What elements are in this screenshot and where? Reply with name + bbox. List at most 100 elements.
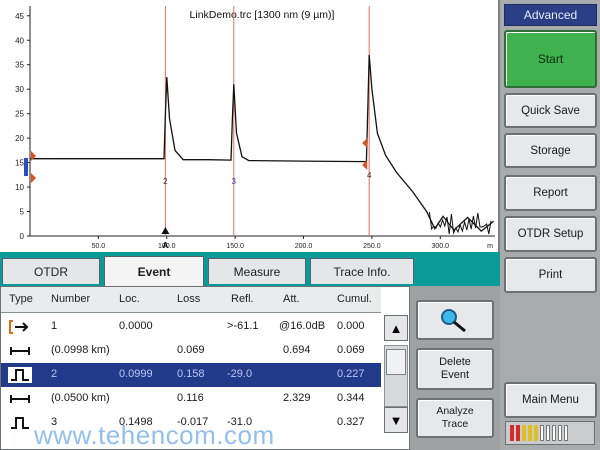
event-cumulative: 0.069	[337, 344, 365, 356]
event-attenuation: 2.329	[283, 392, 311, 404]
table-header: Type Number Loc. Loss Refl. Att. Cumul.	[1, 287, 381, 313]
scrollbar-track[interactable]	[384, 345, 408, 407]
event-marker-label: 2	[163, 177, 168, 186]
right-arrow-marker	[362, 138, 368, 148]
main-menu-button[interactable]: Main Menu	[504, 382, 597, 418]
battery-bar	[534, 425, 538, 441]
cursor-a-label: A	[163, 241, 169, 250]
reflective-event-icon	[11, 417, 29, 429]
battery-bar	[546, 425, 550, 441]
x-tick-label: 150.0	[226, 243, 244, 250]
scroll-up-button[interactable]: ▲	[384, 315, 408, 341]
cursor-a-marker	[161, 227, 170, 234]
event-cumulative: 0.327	[337, 416, 365, 428]
side-panel: Advanced Start Quick Save Storage Report…	[500, 0, 600, 450]
column-header: Refl.	[231, 293, 254, 305]
battery-bar	[528, 425, 532, 441]
y-tick-label: 0	[20, 232, 25, 241]
battery-indicator	[505, 421, 595, 445]
event-number: 1	[51, 320, 58, 332]
trace-graph[interactable]: 45403530252015105050.0 100.0 150.0 200.0 250…	[0, 0, 500, 252]
left-arrow-marker	[31, 151, 36, 161]
start-button[interactable]: Start	[504, 30, 597, 88]
span-icon	[10, 395, 30, 403]
tab-measure[interactable]: Measure	[208, 258, 306, 284]
y-tick-label: 5	[20, 208, 25, 217]
event-number: (0.0998 km)	[51, 344, 110, 356]
launch-level-indicator	[24, 158, 28, 176]
tab-trace-info[interactable]: Trace Info.	[310, 258, 414, 284]
print-button[interactable]: Print	[504, 257, 597, 293]
tab-event[interactable]: Event	[104, 256, 204, 286]
event-reflectance: >-61.1	[227, 320, 259, 332]
event-marker-label: 3	[232, 177, 237, 186]
triangle-down-icon: ▼	[389, 412, 403, 428]
event-location: 0.0999	[119, 368, 153, 380]
trace-panel[interactable]: 45 40 35 30 25 20 15 10 5 0 50.0 100.0 150.0 200.0 250…	[0, 0, 500, 252]
column-header: Loss	[177, 293, 201, 305]
scrollbar-thumb[interactable]	[386, 349, 406, 375]
event-location: 0.0000	[119, 320, 153, 332]
battery-bar	[558, 425, 562, 441]
table-row[interactable]: 2 0.0999 0.158 -29.0 0.227	[1, 363, 381, 387]
event-loss: 0.069	[177, 344, 205, 356]
reflective-event-icon	[8, 367, 32, 383]
event-cumulative: 0.000	[337, 320, 365, 332]
analyze-trace-button[interactable]: Analyze Trace	[416, 398, 494, 438]
x-tick-label: 300.0	[432, 243, 450, 250]
triangle-up-icon: ▲	[389, 320, 403, 336]
trace-line	[30, 54, 495, 232]
y-tick-label: 10	[15, 183, 24, 192]
quick-save-button[interactable]: Quick Save	[504, 93, 597, 128]
event-attenuation: 0.694	[283, 344, 311, 356]
y-tick-label: 45	[15, 12, 24, 21]
battery-bar	[540, 425, 544, 441]
column-header: Cumul.	[337, 293, 372, 305]
y-tick-label: 30	[15, 85, 24, 94]
watermark: www.tehencom.com	[34, 420, 275, 450]
zoom-button[interactable]	[416, 300, 494, 340]
table-row[interactable]: (0.0500 km) 0.116 2.329 0.344	[1, 387, 381, 411]
event-loss: 0.158	[177, 368, 205, 380]
column-header: Att.	[283, 293, 300, 305]
battery-bar	[516, 425, 520, 441]
table-row[interactable]: (0.0998 km) 0.069 0.694 0.069	[1, 339, 381, 363]
otdr-setup-button[interactable]: OTDR Setup	[504, 216, 597, 252]
event-marker-label: 4	[367, 171, 372, 180]
y-tick-label: 25	[15, 110, 24, 119]
column-header: Number	[51, 293, 91, 305]
battery-bar	[552, 425, 556, 441]
event-cumulative: 0.344	[337, 392, 365, 404]
event-loss: 0.116	[177, 392, 204, 404]
battery-bar	[564, 425, 568, 441]
column-header: Loc.	[119, 293, 140, 305]
event-attenuation: @16.0dB	[279, 320, 326, 332]
y-tick-label: 35	[15, 61, 24, 70]
trace-title: LinkDemo.trc [1300 nm (9 µm)]	[190, 9, 335, 21]
y-tick-label: 40	[15, 36, 24, 45]
delete-event-button[interactable]: Delete Event	[416, 348, 494, 390]
tab-otdr[interactable]: OTDR	[2, 258, 100, 284]
column-header: Type	[9, 293, 33, 305]
event-number: (0.0500 km)	[51, 392, 110, 404]
y-tick-label: 15	[15, 159, 24, 168]
battery-bar	[522, 425, 526, 441]
y-tick-label: 20	[15, 134, 24, 143]
event-number: 2	[51, 368, 58, 380]
launch-event-icon	[9, 320, 29, 334]
report-button[interactable]: Report	[504, 175, 597, 211]
x-unit-label: m	[487, 243, 493, 250]
span-icon	[10, 347, 30, 355]
mode-label: Advanced	[504, 4, 597, 26]
x-tick-label: 250.0	[363, 243, 381, 250]
table-row[interactable]: 1 0.0000 >-61.1 @16.0dB 0.000	[1, 315, 381, 339]
left-arrow-marker	[31, 173, 36, 183]
battery-bar	[510, 425, 514, 441]
x-tick-label: 200.0	[295, 243, 313, 250]
event-cumulative: 0.227	[337, 368, 365, 380]
tab-bar: OTDR Event Measure Trace Info.	[0, 252, 500, 286]
x-tick-label: 50.0	[92, 243, 106, 250]
scroll-down-button[interactable]: ▼	[384, 407, 408, 433]
event-reflectance: -29.0	[227, 368, 253, 380]
storage-button[interactable]: Storage	[504, 133, 597, 168]
